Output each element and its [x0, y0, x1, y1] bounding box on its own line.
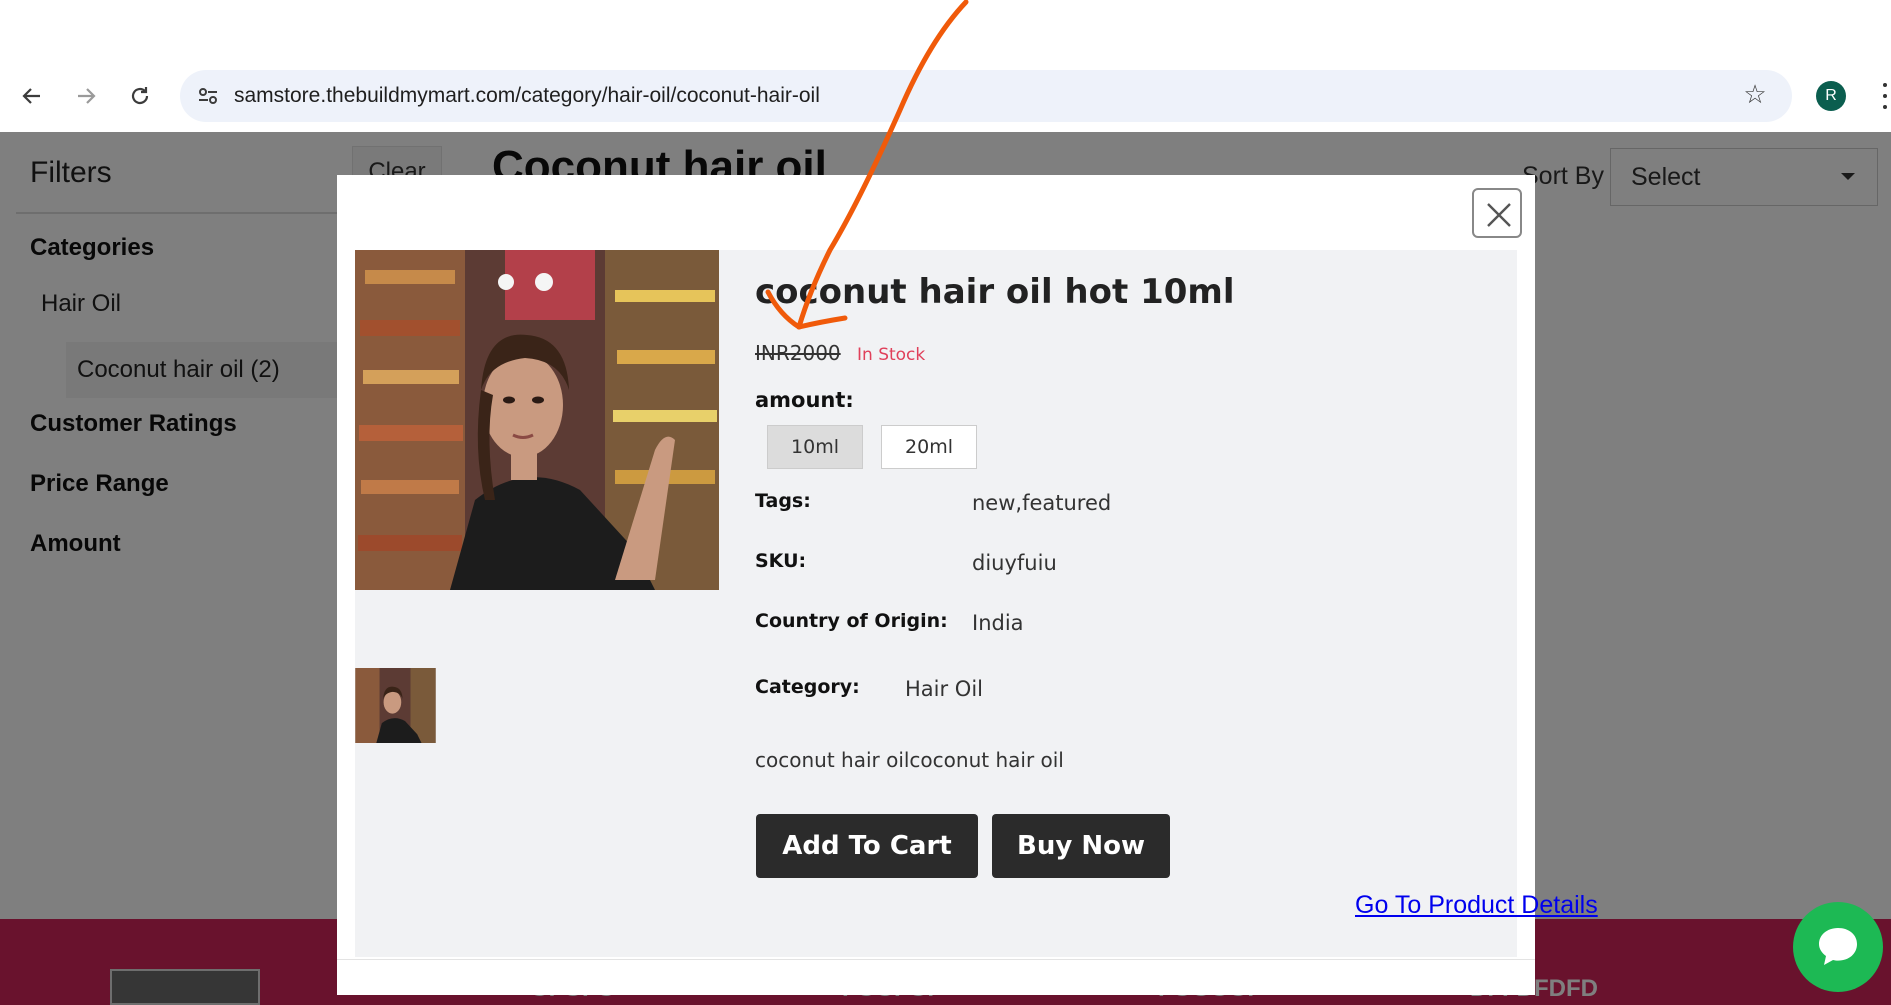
- sku-label: SKU:: [755, 550, 807, 572]
- modal-body: coconut hair oil hot 10ml INR2000 In Sto…: [355, 250, 1598, 957]
- forward-icon[interactable]: [68, 78, 104, 114]
- site-settings-icon[interactable]: [196, 84, 220, 108]
- amount-option-10ml[interactable]: 10ml: [767, 425, 863, 469]
- category-label: Category:: [755, 676, 860, 698]
- tags-label: Tags:: [755, 490, 811, 512]
- bookmark-star-icon[interactable]: ☆: [1740, 80, 1770, 110]
- product-price: INR2000: [755, 341, 841, 365]
- amount-option-20ml[interactable]: 20ml: [881, 425, 977, 469]
- origin-label: Country of Origin:: [755, 610, 948, 632]
- stock-status: In Stock: [857, 345, 926, 365]
- modal-footer-divider: [337, 959, 1535, 960]
- product-thumbnail[interactable]: [355, 668, 436, 743]
- product-title: coconut hair oil hot 10ml: [755, 272, 1235, 312]
- product-details-link[interactable]: Go To Product Details: [1355, 891, 1598, 920]
- product-description: coconut hair oilcoconut hair oil: [755, 748, 1064, 772]
- close-button[interactable]: [1472, 188, 1522, 238]
- add-to-cart-button[interactable]: Add To Cart: [756, 814, 978, 878]
- url-text[interactable]: samstore.thebuildmymart.com/category/hai…: [234, 84, 820, 108]
- amount-label: amount:: [755, 388, 854, 412]
- tags-value: new,featured: [972, 491, 1112, 515]
- buy-now-button[interactable]: Buy Now: [992, 814, 1170, 878]
- chat-bubble-icon: [1819, 928, 1857, 965]
- browser-menu-icon[interactable]: [1878, 80, 1891, 112]
- profile-avatar[interactable]: R: [1816, 81, 1846, 111]
- product-image: [355, 250, 719, 590]
- category-value: Hair Oil: [905, 677, 984, 701]
- browser-chrome: samstore.thebuildmymart.com/category/hai…: [0, 0, 1891, 132]
- back-icon[interactable]: [14, 78, 50, 114]
- address-bar[interactable]: samstore.thebuildmymart.com/category/hai…: [180, 70, 1792, 122]
- chat-widget-button[interactable]: [1793, 902, 1883, 992]
- sku-value: diuyfuiu: [972, 551, 1057, 575]
- origin-value: India: [972, 611, 1024, 635]
- close-icon: [1487, 203, 1511, 227]
- reload-icon[interactable]: [122, 78, 158, 114]
- quick-view-modal: coconut hair oil hot 10ml INR2000 In Sto…: [337, 175, 1598, 995]
